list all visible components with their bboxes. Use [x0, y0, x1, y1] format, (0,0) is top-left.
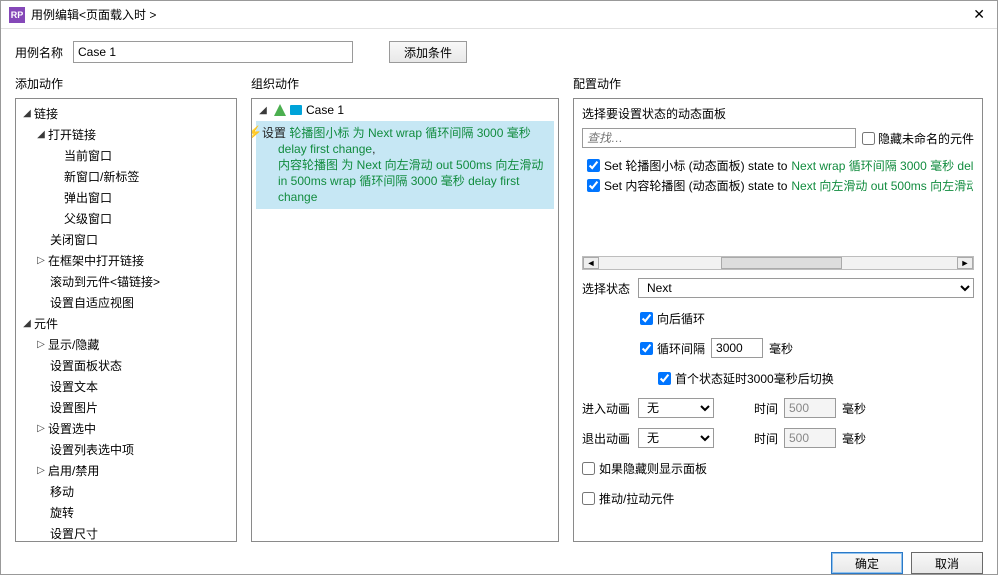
action-tree-panel: ◢链接 ◢打开链接 当前窗口 新窗口/新标签 弹出窗口 父级窗口 关闭窗口 ▷在… — [15, 98, 237, 542]
scroll-left-icon[interactable]: ◄ — [583, 257, 599, 269]
cfg-heading: 选择要设置状态的动态面板 — [582, 105, 974, 122]
organize-action-column: 组织动作 ◢ Case 1 ⚡ 设置 轮播图小标 为 Next wrap 循环间… — [251, 71, 559, 542]
add-action-header: 添加动作 — [15, 75, 237, 92]
close-icon[interactable]: ✕ — [969, 6, 989, 23]
columns: 添加动作 ◢链接 ◢打开链接 当前窗口 新窗口/新标签 弹出窗口 父级窗口 关闭… — [1, 71, 997, 542]
loop-interval-checkbox[interactable]: 循环间隔 — [640, 340, 705, 357]
loop-interval-input[interactable] — [711, 338, 763, 358]
dialog-footer: 确定 取消 — [1, 542, 997, 584]
tree-open-in-frame[interactable]: ▷在框架中打开链接 — [22, 250, 230, 271]
case-icon-a — [274, 104, 286, 116]
search-input[interactable] — [582, 128, 856, 148]
scroll-right-icon[interactable]: ► — [957, 257, 973, 269]
configure-action-header: 配置动作 — [573, 75, 983, 92]
case-name-label: 用例名称 — [15, 44, 63, 61]
case-label: Case 1 — [306, 103, 344, 117]
panel-list: Set 轮播图小标 (动态面板) state to Next wrap 循环间隔… — [582, 154, 974, 196]
tree-group-widget[interactable]: ◢元件 — [22, 313, 230, 334]
tree-rotate[interactable]: 旋转 — [22, 502, 230, 523]
tree-adaptive-view[interactable]: 设置自适应视图 — [22, 292, 230, 313]
tree-enable-disable[interactable]: ▷启用/禁用 — [22, 460, 230, 481]
add-action-column: 添加动作 ◢链接 ◢打开链接 当前窗口 新窗口/新标签 弹出窗口 父级窗口 关闭… — [15, 71, 237, 542]
push-pull-checkbox[interactable]: 推动/拉动元件 — [582, 490, 674, 507]
tree-current-window[interactable]: 当前窗口 — [22, 145, 230, 166]
configure-action-column: 配置动作 选择要设置状态的动态面板 隐藏未命名的元件 Set 轮播图小标 (动态… — [573, 71, 983, 542]
list-item[interactable]: Set 轮播图小标 (动态面板) state to Next wrap 循环间隔… — [583, 155, 973, 175]
ms-unit: 毫秒 — [842, 430, 866, 447]
action-item[interactable]: ⚡ 设置 轮播图小标 为 Next wrap 循环间隔 3000 毫秒 dela… — [256, 121, 554, 209]
list-item[interactable]: Set 内容轮播图 (动态面板) state to Next 向左滑动 out … — [583, 175, 973, 195]
anim-in-dropdown[interactable]: 无 — [638, 398, 714, 418]
ok-button[interactable]: 确定 — [831, 552, 903, 574]
action-tree: ◢链接 ◢打开链接 当前窗口 新窗口/新标签 弹出窗口 父级窗口 关闭窗口 ▷在… — [16, 99, 236, 542]
tree-set-size[interactable]: 设置尺寸 — [22, 523, 230, 542]
scroll-thumb[interactable] — [721, 257, 843, 269]
show-if-hidden-checkbox[interactable]: 如果隐藏则显示面板 — [582, 460, 707, 477]
anim-out-time-input — [784, 428, 836, 448]
anim-out-label: 退出动画 — [582, 430, 632, 447]
time-label: 时间 — [720, 430, 778, 447]
horizontal-scrollbar[interactable]: ◄ ► — [582, 256, 974, 270]
organize-action-header: 组织动作 — [251, 75, 559, 92]
loop-back-checkbox[interactable]: 向后循环 — [640, 310, 705, 327]
app-icon: RP — [9, 7, 25, 23]
tree-set-list-selected[interactable]: 设置列表选中项 — [22, 439, 230, 460]
ms-unit: 毫秒 — [842, 400, 866, 417]
tree-move[interactable]: 移动 — [22, 481, 230, 502]
tree-set-text[interactable]: 设置文本 — [22, 376, 230, 397]
case-header[interactable]: ◢ Case 1 — [252, 99, 558, 121]
window-title: 用例编辑<页面载入时 > — [31, 6, 969, 23]
case-name-input[interactable] — [73, 41, 353, 63]
hide-unnamed-checkbox[interactable]: 隐藏未命名的元件 — [862, 130, 974, 147]
configure-panel: 选择要设置状态的动态面板 隐藏未命名的元件 Set 轮播图小标 (动态面板) s… — [573, 98, 983, 542]
case-name-row: 用例名称 添加条件 — [1, 29, 997, 71]
case-icon-b — [290, 105, 302, 115]
anim-in-label: 进入动画 — [582, 400, 632, 417]
tree-scroll-to-widget[interactable]: 滚动到元件<锚链接> — [22, 271, 230, 292]
tree-set-panel-state[interactable]: 设置面板状态 — [22, 355, 230, 376]
add-condition-button[interactable]: 添加条件 — [389, 41, 467, 63]
ms-unit: 毫秒 — [769, 340, 793, 357]
cancel-button[interactable]: 取消 — [911, 552, 983, 574]
time-label: 时间 — [720, 400, 778, 417]
tree-new-window[interactable]: 新窗口/新标签 — [22, 166, 230, 187]
delay-first-checkbox[interactable]: 首个状态延时3000毫秒后切换 — [658, 370, 834, 387]
titlebar: RP 用例编辑<页面载入时 > ✕ — [1, 1, 997, 29]
tree-group-link[interactable]: ◢链接 — [22, 103, 230, 124]
tree-set-image[interactable]: 设置图片 — [22, 397, 230, 418]
tree-open-link[interactable]: ◢打开链接 — [22, 124, 230, 145]
anim-in-time-input — [784, 398, 836, 418]
tree-set-selected[interactable]: ▷设置选中 — [22, 418, 230, 439]
tree-close-window[interactable]: 关闭窗口 — [22, 229, 230, 250]
tree-show-hide[interactable]: ▷显示/隐藏 — [22, 334, 230, 355]
tree-parent-window[interactable]: 父级窗口 — [22, 208, 230, 229]
select-state-label: 选择状态 — [582, 280, 632, 297]
select-state-dropdown[interactable]: Next — [638, 278, 974, 298]
tree-popup-window[interactable]: 弹出窗口 — [22, 187, 230, 208]
organize-panel: ◢ Case 1 ⚡ 设置 轮播图小标 为 Next wrap 循环间隔 300… — [251, 98, 559, 542]
anim-out-dropdown[interactable]: 无 — [638, 428, 714, 448]
